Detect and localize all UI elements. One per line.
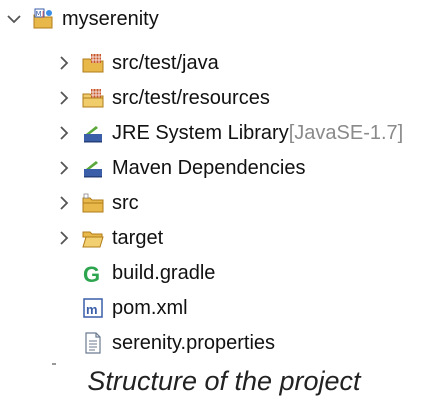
tree-row-pom-xml[interactable]: m pom.xml: [82, 291, 188, 325]
tree-item-label: pom.xml: [112, 297, 188, 319]
chevron-right-icon[interactable]: [56, 90, 72, 106]
tree-item-label: src/test/resources: [112, 87, 270, 109]
tree-row-target[interactable]: target: [56, 221, 163, 255]
tree-row-serenity-properties[interactable]: serenity.properties: [82, 326, 275, 360]
maven-project-icon: M J: [32, 8, 54, 30]
library-icon: [82, 122, 104, 144]
folder-icon: [82, 192, 104, 214]
tree-item-label: target: [112, 227, 164, 249]
library-icon: [82, 157, 104, 179]
svg-text:m: m: [86, 302, 98, 317]
tree-row-maven-dependencies[interactable]: Maven Dependencies: [56, 151, 305, 185]
tree-item-label: Maven Dependencies: [112, 157, 306, 179]
tree-row-jre-system-library[interactable]: JRE System Library [JavaSE-1.7]: [56, 116, 403, 150]
chevron-down-icon[interactable]: [6, 11, 22, 27]
tree-item-label: build.gradle: [112, 262, 216, 284]
figure-caption: Structure of the project: [87, 366, 361, 396]
chevron-right-icon[interactable]: [56, 230, 72, 246]
text-file-icon: [82, 332, 104, 354]
chevron-right-icon[interactable]: [56, 125, 72, 141]
jre-version-decoration: [JavaSE-1.7]: [288, 122, 404, 144]
source-folder-package-icon: [82, 52, 104, 74]
tree-item-label: serenity.properties: [112, 332, 276, 354]
gradle-icon: G: [82, 262, 104, 284]
chevron-right-icon[interactable]: [56, 55, 72, 71]
tree-row-src-test-resources[interactable]: src/test/resources: [56, 81, 270, 115]
maven-pom-icon: m: [82, 297, 104, 319]
tree-row-build-gradle[interactable]: G build.gradle: [82, 256, 215, 290]
chevron-right-icon[interactable]: [56, 195, 72, 211]
folder-open-icon: [82, 227, 104, 249]
svg-text:M: M: [36, 10, 42, 18]
tree-row-src[interactable]: src: [56, 186, 139, 220]
tree-item-label: JRE System Library: [112, 122, 289, 144]
chevron-right-icon[interactable]: [56, 160, 72, 176]
resource-folder-icon: [82, 87, 104, 109]
tree-item-label: src/test/java: [112, 52, 219, 74]
svg-text:G: G: [83, 262, 100, 284]
project-name: myserenity: [62, 8, 159, 30]
svg-text:J: J: [41, 10, 44, 18]
tree-row-src-test-java[interactable]: src/test/java: [56, 46, 219, 80]
tree-row-project[interactable]: M J myserenity: [6, 2, 159, 36]
tree-item-label: src: [112, 192, 139, 214]
scroll-indicator: [52, 363, 56, 365]
